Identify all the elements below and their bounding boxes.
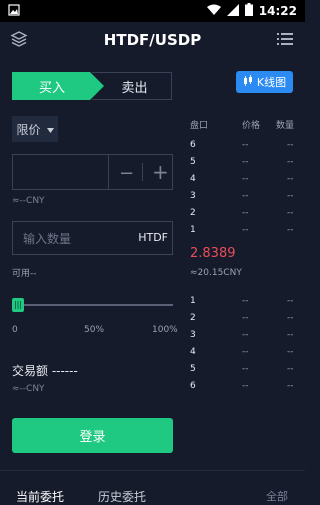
row-qty: -- (287, 191, 294, 201)
row-level: 4 (190, 347, 196, 357)
kline-button-label: K线图 (256, 76, 287, 89)
row-qty: -- (287, 313, 294, 323)
ask-row[interactable]: 6 -- -- (190, 140, 298, 152)
ask-row[interactable]: 1 -- -- (190, 225, 298, 237)
row-level: 3 (190, 330, 196, 340)
row-price: -- (242, 313, 249, 323)
ask-row[interactable]: 2 -- -- (190, 208, 298, 220)
top-bar: HTDF/USDP (0, 22, 305, 58)
row-price: -- (242, 174, 249, 184)
kline-button[interactable]: K线图 (236, 71, 293, 93)
divider (142, 163, 143, 181)
row-price: -- (242, 191, 249, 201)
ask-row[interactable]: 5 -- -- (190, 157, 298, 169)
row-level: 2 (190, 208, 196, 218)
row-price: -- (242, 296, 249, 306)
amount-slider[interactable] (12, 298, 173, 312)
row-qty: -- (287, 225, 294, 235)
row-price: -- (242, 225, 249, 235)
row-level: 6 (190, 140, 196, 150)
row-level: 1 (190, 225, 196, 235)
signal-icon (226, 3, 239, 19)
price-decrement-button[interactable]: − (119, 163, 134, 184)
row-level: 3 (190, 191, 196, 201)
wifi-icon (206, 4, 221, 19)
tab-current-orders[interactable]: 当前委托 (16, 488, 64, 505)
row-level: 6 (190, 381, 196, 391)
divider (0, 470, 305, 471)
clock: 14:22 (258, 4, 297, 18)
quantity-unit: HTDF (138, 231, 168, 244)
caret-down-icon (46, 122, 54, 136)
bid-row[interactable]: 6 -- -- (190, 381, 298, 393)
last-price-cny: ≈20.15CNY (190, 268, 242, 278)
row-qty: -- (287, 330, 294, 340)
row-qty: -- (287, 140, 294, 150)
row-level: 4 (190, 174, 196, 184)
tab-order-history[interactable]: 历史委托 (98, 488, 146, 505)
available-balance: 可用-- (12, 269, 37, 279)
row-level: 5 (190, 364, 196, 374)
header-price: 价格 (242, 121, 261, 131)
row-qty: -- (287, 364, 294, 374)
bid-row[interactable]: 4 -- -- (190, 347, 298, 359)
order-type-select[interactable]: 限价 (12, 116, 58, 142)
row-level: 2 (190, 313, 196, 323)
trade-amount: 交易额 ------ (12, 364, 78, 378)
quantity-input-group: HTDF (12, 221, 173, 256)
row-level: 1 (190, 296, 196, 306)
header-qty: 数量 (276, 121, 295, 131)
trade-amount-cny: ≈--CNY (12, 384, 45, 394)
all-orders-link[interactable]: 全部 (266, 488, 288, 504)
slider-mark-50: 50% (84, 325, 105, 335)
bid-row[interactable]: 1 -- -- (190, 296, 298, 308)
row-price: -- (242, 157, 249, 167)
gallery-icon (8, 3, 20, 19)
quantity-input[interactable] (21, 222, 135, 256)
layers-icon[interactable] (10, 30, 28, 52)
slider-mark-100: 100% (152, 325, 178, 335)
page-title: HTDF/USDP (103, 31, 202, 49)
row-price: -- (242, 208, 249, 218)
bid-row[interactable]: 3 -- -- (190, 330, 298, 342)
price-input[interactable] (19, 155, 109, 191)
menu-list-icon[interactable] (277, 31, 293, 50)
row-qty: -- (287, 157, 294, 167)
last-price: 2.8389 (190, 246, 236, 261)
row-qty: -- (287, 347, 294, 357)
order-type-label: 限价 (16, 122, 41, 137)
status-bar: 14:22 (0, 0, 305, 22)
row-level: 5 (190, 157, 196, 167)
login-button[interactable]: 登录 (12, 418, 173, 453)
tab-sell[interactable]: 卖出 (92, 72, 172, 100)
price-input-group: − + (12, 154, 173, 191)
header-level: 盘口 (190, 121, 209, 131)
price-cny-estimate: ≈--CNY (12, 196, 45, 206)
row-price: -- (242, 381, 249, 391)
row-qty: -- (287, 296, 294, 306)
trade-side-tabs: 卖出 买入 (12, 72, 172, 100)
slider-track[interactable] (12, 304, 173, 306)
row-price: -- (242, 140, 249, 150)
bid-row[interactable]: 5 -- -- (190, 364, 298, 376)
row-price: -- (242, 347, 249, 357)
bid-row[interactable]: 2 -- -- (190, 313, 298, 325)
row-price: -- (242, 364, 249, 374)
row-price: -- (242, 330, 249, 340)
slider-mark-0: 0 (12, 325, 18, 335)
slider-handle[interactable] (12, 298, 24, 312)
ask-row[interactable]: 4 -- -- (190, 174, 298, 186)
divider (108, 155, 109, 189)
candlestick-icon (243, 74, 253, 90)
battery-icon (244, 3, 253, 19)
row-qty: -- (287, 381, 294, 391)
ask-row[interactable]: 3 -- -- (190, 191, 298, 203)
price-increment-button[interactable]: + (152, 160, 169, 184)
row-qty: -- (287, 174, 294, 184)
row-qty: -- (287, 208, 294, 218)
orders-tabs: 当前委托 历史委托 全部 (0, 478, 305, 504)
tab-buy[interactable]: 买入 (12, 72, 104, 100)
